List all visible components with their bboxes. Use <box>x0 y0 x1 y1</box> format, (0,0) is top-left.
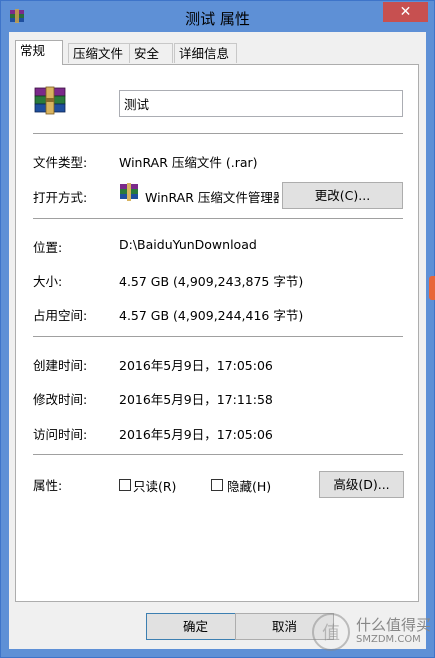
tab-security[interactable]: 安全 <box>129 43 173 63</box>
general-panel: 测试 文件类型: WinRAR 压缩文件 (.rar) 打开方式: WinRAR… <box>15 64 419 602</box>
separator <box>33 454 403 455</box>
modified-label: 修改时间: <box>33 392 88 407</box>
watermark-text: 什么值得买 <box>356 616 432 634</box>
side-notification-badge[interactable] <box>429 276 435 300</box>
hidden-label[interactable]: 隐藏(H) <box>227 476 271 495</box>
hidden-checkbox[interactable] <box>211 479 223 491</box>
location-value: D:\BaiduYunDownload <box>119 237 257 252</box>
accessed-value: 2016年5月9日，17:05:06 <box>119 427 273 442</box>
window-title: 测试 属性 <box>185 10 250 28</box>
accessed-label: 访问时间: <box>33 427 88 442</box>
file-name-field[interactable]: 测试 <box>119 90 403 117</box>
file-type-value: WinRAR 压缩文件 (.rar) <box>119 155 258 170</box>
close-button[interactable]: ✕ <box>383 2 428 22</box>
separator <box>33 218 403 219</box>
attributes-label: 属性: <box>33 478 63 493</box>
file-type-label: 文件类型: <box>33 155 88 170</box>
created-value: 2016年5月9日，17:05:06 <box>119 358 273 373</box>
open-with-label: 打开方式: <box>33 190 88 205</box>
separator <box>33 336 403 337</box>
created-label: 创建时间: <box>33 358 88 373</box>
size-on-disk-label: 占用空间: <box>33 308 88 323</box>
open-with-value: WinRAR 压缩文件管理器 <box>145 190 279 205</box>
dialog-client-area: 常规 压缩文件 安全 详细信息 测试 文件类型: WinRAR 压缩文件 (.r… <box>9 32 426 649</box>
tab-general[interactable]: 常规 <box>15 40 63 65</box>
winrar-icon <box>120 183 138 201</box>
modified-value: 2016年5月9日，17:11:58 <box>119 392 273 407</box>
watermark-logo-icon: 值 <box>312 613 350 651</box>
properties-window: 测试 属性 ✕ 常规 压缩文件 安全 详细信息 测试 文件类型: WinRAR … <box>0 0 435 658</box>
readonly-label[interactable]: 只读(R) <box>133 476 176 495</box>
tab-details[interactable]: 详细信息 <box>174 43 237 63</box>
advanced-button[interactable]: 高级(D)... <box>319 471 404 498</box>
size-label: 大小: <box>33 274 63 289</box>
title-bar[interactable]: 测试 属性 ✕ <box>1 1 434 32</box>
svg-text:值: 值 <box>322 623 340 644</box>
tab-archive[interactable]: 压缩文件 <box>68 43 130 63</box>
location-label: 位置: <box>33 240 63 255</box>
ok-button[interactable]: 确定 <box>146 613 245 640</box>
readonly-checkbox[interactable] <box>119 479 131 491</box>
separator <box>33 133 403 134</box>
change-button[interactable]: 更改(C)... <box>282 182 403 209</box>
size-on-disk-value: 4.57 GB (4,909,244,416 字节) <box>119 308 304 323</box>
rar-file-icon <box>34 86 66 115</box>
watermark-subtext: SMZDM.COM <box>356 634 421 645</box>
size-value: 4.57 GB (4,909,243,875 字节) <box>119 274 304 289</box>
